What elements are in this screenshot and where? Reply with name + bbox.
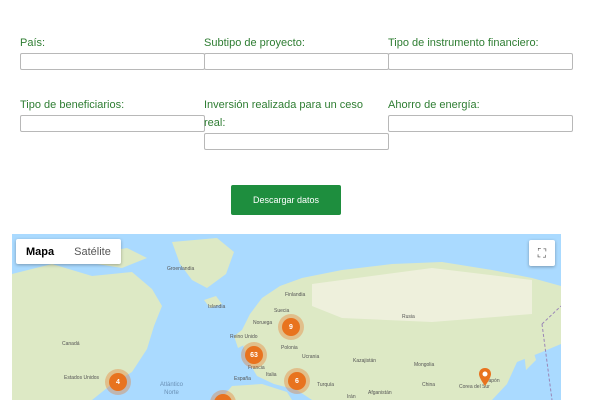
place-label: Noruega xyxy=(253,320,273,326)
financial-instrument-label: Tipo de instrumento financiero: xyxy=(388,37,539,49)
marker-cluster[interactable]: 9 xyxy=(282,318,300,336)
download-data-button[interactable]: Descargar datos xyxy=(231,185,341,215)
place-label: Suecia xyxy=(274,308,290,314)
page-intro-faint xyxy=(20,0,440,6)
beneficiaries-label: Tipo de beneficiarios: xyxy=(20,99,125,111)
place-label: China xyxy=(422,382,436,388)
investment-label: Inversión realizada para un ceso real: xyxy=(204,99,363,129)
energy-savings-select[interactable] xyxy=(388,115,573,132)
marker-cluster[interactable]: 63 xyxy=(245,346,263,364)
marker-cluster[interactable]: 4 xyxy=(109,373,127,391)
place-label: Canadá xyxy=(62,341,80,347)
project-subtype-select[interactable] xyxy=(204,53,389,70)
project-subtype-label: Subtipo de proyecto: xyxy=(204,37,305,49)
place-label: Mongolia xyxy=(414,362,435,368)
map-type-control: Mapa Satélite xyxy=(16,239,121,264)
place-label: Italia xyxy=(266,372,277,378)
marker-cluster[interactable]: 6 xyxy=(288,372,306,390)
place-label: Afganistán xyxy=(368,390,392,396)
place-label: Kazajistán xyxy=(353,358,377,364)
map-type-map-button[interactable]: Mapa xyxy=(16,239,64,264)
place-label: Rusia xyxy=(402,314,415,320)
place-label: Polonia xyxy=(281,345,298,351)
place-label: Francia xyxy=(248,365,265,371)
fullscreen-icon[interactable]: ⛶ xyxy=(529,240,555,266)
energy-savings-label: Ahorro de energía: xyxy=(388,99,480,111)
place-label: España xyxy=(234,376,251,382)
place-label: Irán xyxy=(347,394,356,400)
place-label: Ucrania xyxy=(302,354,320,360)
beneficiaries-select[interactable] xyxy=(20,115,205,132)
map-type-satellite-button[interactable]: Satélite xyxy=(64,239,121,264)
place-label: Reino Unido xyxy=(230,334,258,340)
financial-instrument-select[interactable] xyxy=(388,53,573,70)
country-select[interactable] xyxy=(20,53,205,70)
location-pin-icon[interactable] xyxy=(478,367,492,387)
place-label: Estados Unidos xyxy=(64,375,100,381)
investment-select[interactable] xyxy=(204,133,389,150)
place-label: Finlandia xyxy=(285,292,306,298)
country-label: País: xyxy=(20,37,46,49)
place-label: Islandia xyxy=(208,304,226,310)
place-label: Groenlandia xyxy=(167,266,195,272)
place-label: Turquía xyxy=(317,382,335,388)
map-view[interactable]: Mapa Satélite ⛶ Groenlandia Islandia Fin… xyxy=(12,234,561,400)
ocean-label: Atlántico Norte xyxy=(160,382,184,396)
